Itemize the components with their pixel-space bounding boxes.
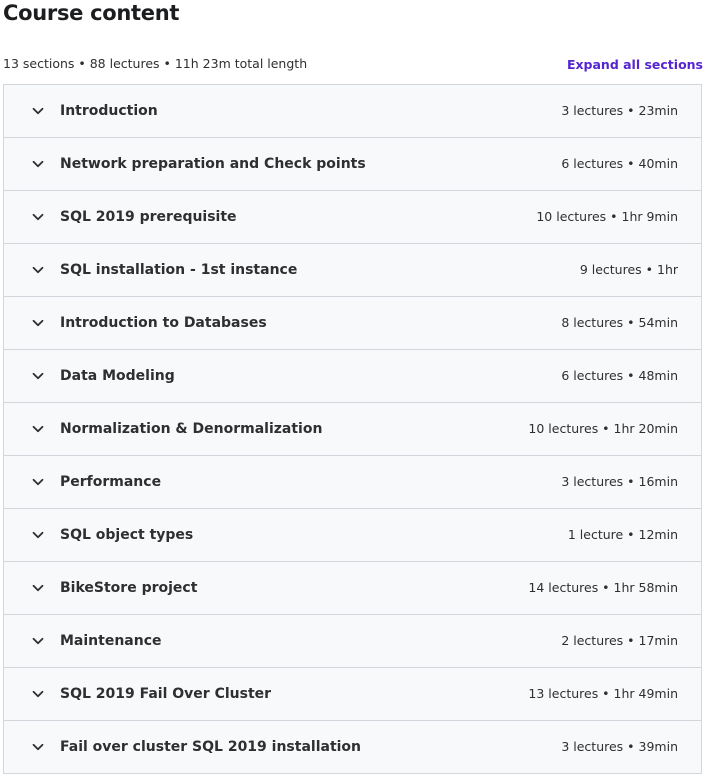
section-meta: 3 lectures • 23min	[561, 103, 678, 118]
section-title: Fail over cluster SQL 2019 installation	[60, 739, 362, 755]
chevron-down-icon	[31, 581, 45, 595]
section-meta: 9 lectures • 1hr	[579, 262, 678, 277]
section-meta: 10 lectures • 1hr 9min	[536, 209, 678, 224]
section-title: SQL 2019 prerequisite	[60, 209, 237, 225]
course-content-panel: Course content 13 sections • 88 lectures…	[0, 0, 705, 776]
section-meta: 2 lectures • 17min	[561, 633, 678, 648]
course-summary-row: 13 sections • 88 lectures • 11h 23m tota…	[3, 54, 703, 74]
section-meta: 14 lectures • 1hr 58min	[528, 580, 678, 595]
chevron-down-icon	[31, 104, 45, 118]
expand-all-sections-button[interactable]: Expand all sections	[567, 55, 703, 75]
section-title: Network preparation and Check points	[60, 156, 366, 172]
chevron-down-icon	[31, 740, 45, 754]
section-meta: 13 lectures • 1hr 49min	[528, 686, 678, 701]
section-title: Data Modeling	[60, 368, 175, 384]
chevron-down-icon	[31, 210, 45, 224]
section-meta: 1 lecture • 12min	[567, 527, 678, 542]
section-meta: 3 lectures • 16min	[561, 474, 678, 489]
section-row[interactable]: Introduction to Databases 8 lectures • 5…	[4, 297, 701, 350]
sections-list: Introduction 3 lectures • 23min Network …	[3, 84, 702, 774]
section-title: SQL 2019 Fail Over Cluster	[60, 686, 272, 702]
section-meta: 10 lectures • 1hr 20min	[528, 421, 678, 436]
section-row[interactable]: Maintenance 2 lectures • 17min	[4, 615, 701, 668]
section-row[interactable]: Performance 3 lectures • 16min	[4, 456, 701, 509]
section-row[interactable]: Normalization & Denormalization 10 lectu…	[4, 403, 701, 456]
section-row[interactable]: Fail over cluster SQL 2019 installation …	[4, 721, 701, 773]
section-title: Performance	[60, 474, 162, 490]
chevron-down-icon	[31, 157, 45, 171]
section-title: Introduction	[60, 103, 158, 119]
chevron-down-icon	[31, 422, 45, 436]
section-title: SQL installation - 1st instance	[60, 262, 298, 278]
chevron-down-icon	[31, 263, 45, 277]
section-meta: 6 lectures • 48min	[561, 368, 678, 383]
chevron-down-icon	[31, 634, 45, 648]
section-row[interactable]: SQL object types 1 lecture • 12min	[4, 509, 701, 562]
section-meta: 3 lectures • 39min	[561, 739, 678, 754]
section-meta: 6 lectures • 40min	[561, 156, 678, 171]
section-row[interactable]: Data Modeling 6 lectures • 48min	[4, 350, 701, 403]
section-title: Introduction to Databases	[60, 315, 267, 331]
section-title: Normalization & Denormalization	[60, 421, 323, 437]
section-row[interactable]: BikeStore project 14 lectures • 1hr 58mi…	[4, 562, 701, 615]
section-title: Maintenance	[60, 633, 162, 649]
chevron-down-icon	[31, 369, 45, 383]
section-row[interactable]: SQL 2019 Fail Over Cluster 13 lectures •…	[4, 668, 701, 721]
section-row[interactable]: SQL installation - 1st instance 9 lectur…	[4, 244, 701, 297]
page-title: Course content	[3, 1, 180, 25]
section-row[interactable]: SQL 2019 prerequisite 10 lectures • 1hr …	[4, 191, 701, 244]
section-meta: 8 lectures • 54min	[561, 315, 678, 330]
section-title: SQL object types	[60, 527, 194, 543]
chevron-down-icon	[31, 687, 45, 701]
section-row[interactable]: Network preparation and Check points 6 l…	[4, 138, 701, 191]
chevron-down-icon	[31, 316, 45, 330]
course-summary: 13 sections • 88 lectures • 11h 23m tota…	[3, 56, 308, 71]
chevron-down-icon	[31, 528, 45, 542]
section-row[interactable]: Introduction 3 lectures • 23min	[4, 85, 701, 138]
section-title: BikeStore project	[60, 580, 198, 596]
chevron-down-icon	[31, 475, 45, 489]
